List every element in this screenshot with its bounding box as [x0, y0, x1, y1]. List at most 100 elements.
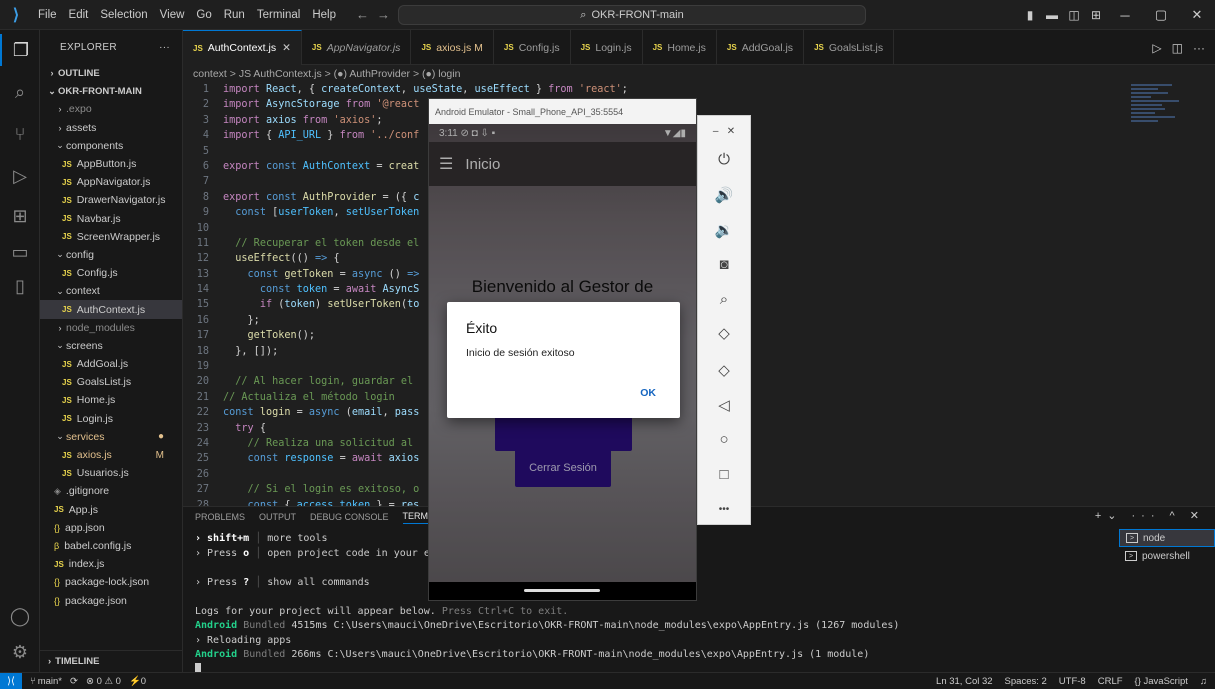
tree-item[interactable]: JS Home.js	[40, 391, 182, 409]
status-eol[interactable]: CRLF	[1098, 676, 1123, 687]
close-icon[interactable]: ✕	[1179, 0, 1215, 30]
menu-terminal[interactable]: Terminal	[251, 0, 306, 30]
editor-tab[interactable]: JS AppNavigator.js	[302, 30, 412, 65]
volume-up-icon[interactable]: 🔊	[698, 186, 750, 204]
home-gesture-pill[interactable]	[524, 589, 600, 592]
testing-icon[interactable]: ▯	[0, 270, 40, 302]
menu-go[interactable]: Go	[190, 0, 217, 30]
minimize-icon[interactable]: ─	[1107, 0, 1143, 30]
status-language[interactable]: {} JavaScript	[1135, 676, 1188, 687]
command-center[interactable]: ⌕ OKR-FRONT-main	[398, 5, 866, 25]
editor-tab[interactable]: JS Config.js	[494, 30, 571, 65]
menu-view[interactable]: View	[154, 0, 191, 30]
extensions-icon[interactable]: ⊞	[0, 200, 40, 232]
emulator-minimize-close[interactable]: – ✕	[698, 126, 750, 137]
tree-item[interactable]: JS App.js	[40, 501, 182, 519]
tree-item[interactable]: JS Config.js	[40, 264, 182, 282]
home-icon[interactable]: ○	[698, 431, 750, 448]
settings-gear-icon[interactable]: ⚙	[0, 636, 40, 668]
menu-selection[interactable]: Selection	[94, 0, 153, 30]
status-encoding[interactable]: UTF-8	[1059, 676, 1086, 687]
tree-item[interactable]: › .expo	[40, 100, 182, 118]
overview-icon[interactable]: □	[698, 466, 750, 483]
tab-problems[interactable]: PROBLEMS	[195, 512, 245, 522]
tree-item[interactable]: JS AuthContext.js	[40, 300, 182, 319]
project-root[interactable]: ⌄ OKR-FRONT-MAIN	[40, 82, 182, 100]
outline-section[interactable]: › OUTLINE	[40, 64, 182, 82]
tree-item[interactable]: JS AddGoal.js	[40, 355, 182, 373]
tree-item[interactable]: JS index.js	[40, 555, 182, 573]
power-icon[interactable]: ⏻	[698, 151, 750, 168]
camera-icon[interactable]: ◙	[698, 256, 750, 273]
tree-item[interactable]: JS axios.js M	[40, 446, 182, 464]
tree-item[interactable]: {} package-lock.json	[40, 573, 182, 591]
editor-tab[interactable]: JS Home.js	[643, 30, 717, 65]
status-spaces[interactable]: Spaces: 2	[1005, 676, 1047, 687]
rotate-left-icon[interactable]: ◇	[698, 324, 750, 342]
menu-help[interactable]: Help	[306, 0, 342, 30]
panel-actions[interactable]: +⌄ ··· ^ ✕	[1095, 509, 1205, 522]
source-control-icon[interactable]: ⑂	[0, 118, 40, 150]
status-problems[interactable]: ⊗ 0 ⚠ 0	[86, 676, 121, 687]
tree-item[interactable]: › node_modules	[40, 319, 182, 337]
tree-item[interactable]: ⌄ context	[40, 282, 182, 300]
remote-explorer-icon[interactable]: ▭	[0, 236, 40, 268]
more-actions-icon[interactable]: ···	[1193, 41, 1205, 55]
timeline-section[interactable]: › TIMELINE	[40, 650, 182, 672]
editor-tab[interactable]: JS AddGoal.js	[717, 30, 805, 65]
rotate-right-icon[interactable]: ◇	[698, 361, 750, 379]
tree-item[interactable]: JS Usuarios.js	[40, 464, 182, 482]
tab-output[interactable]: OUTPUT	[259, 512, 296, 522]
split-editor-icon[interactable]: ◫	[1172, 41, 1183, 55]
sync-icon[interactable]: ⟳	[70, 676, 78, 687]
toggle-secondary-sidebar-icon[interactable]: ◫	[1063, 0, 1085, 30]
tree-item[interactable]: β babel.config.js	[40, 537, 182, 555]
breadcrumb[interactable]: context > JS AuthContext.js > (●) AuthPr…	[193, 66, 460, 82]
editor-tab[interactable]: JS Login.js	[571, 30, 643, 65]
status-position[interactable]: Ln 31, Col 32	[936, 676, 993, 687]
explorer-icon[interactable]: ❐	[0, 34, 40, 66]
editor-tab[interactable]: JS GoalsList.js	[804, 30, 895, 65]
tree-item[interactable]: {} app.json	[40, 519, 182, 537]
phone-screen[interactable]: 3:11 ⊘ ◘ ⇩ ▪ ▼◢▮ ☰ Inicio Bienvenido al …	[429, 124, 696, 600]
tree-item[interactable]: ⌄ config	[40, 246, 182, 264]
notifications-bell-icon[interactable]: ♫	[1200, 676, 1207, 687]
terminal-node[interactable]: > node	[1119, 529, 1215, 547]
toggle-panel-icon[interactable]: ▬	[1041, 0, 1063, 30]
tree-item[interactable]: JS Login.js	[40, 410, 182, 428]
minimap[interactable]	[1131, 82, 1199, 162]
maximize-icon[interactable]: ▢	[1143, 0, 1179, 30]
forward-arrow-icon[interactable]: →	[377, 7, 398, 22]
run-debug-icon[interactable]: ▷	[0, 160, 40, 192]
tab-debug-console[interactable]: DEBUG CONSOLE	[310, 512, 389, 522]
tree-item[interactable]: JS Navbar.js	[40, 210, 182, 228]
more-icon[interactable]: •••	[698, 504, 750, 515]
toggle-sidebar-icon[interactable]: ▮	[1019, 0, 1041, 30]
tree-item[interactable]: › assets	[40, 119, 182, 137]
terminal-powershell[interactable]: > powershell	[1119, 547, 1215, 565]
status-ports[interactable]: ⚡0	[129, 676, 146, 687]
editor-tab[interactable]: JS axios.js M	[411, 30, 494, 65]
account-icon[interactable]: ◯	[0, 600, 40, 632]
search-icon[interactable]: ⌕	[0, 76, 40, 108]
remote-icon[interactable]: ⟩⟨	[0, 672, 22, 689]
run-icon[interactable]: ▷	[1152, 41, 1161, 55]
tree-item[interactable]: ⌄ services ●	[40, 428, 182, 446]
more-actions-icon[interactable]: ···	[159, 42, 170, 53]
menu-edit[interactable]: Edit	[63, 0, 95, 30]
volume-down-icon[interactable]: 🔉	[698, 221, 750, 239]
tree-item[interactable]: {} package.json	[40, 591, 182, 609]
status-branch[interactable]: main*	[38, 676, 62, 687]
back-arrow-icon[interactable]: ←	[356, 7, 377, 22]
tree-item[interactable]: JS ScreenWrapper.js	[40, 228, 182, 246]
menu-run[interactable]: Run	[218, 0, 251, 30]
tree-item[interactable]: ⌄ screens	[40, 337, 182, 355]
tree-item[interactable]: JS GoalsList.js	[40, 373, 182, 391]
dialog-ok-button[interactable]: OK	[640, 387, 656, 399]
tree-item[interactable]: ⌄ components	[40, 137, 182, 155]
customize-layout-icon[interactable]: ⊞	[1085, 0, 1107, 30]
tree-item[interactable]: JS AppButton.js	[40, 155, 182, 173]
close-tab-icon[interactable]: ✕	[282, 42, 291, 54]
back-icon[interactable]: ◁	[698, 396, 750, 414]
menu-file[interactable]: File	[32, 0, 63, 30]
